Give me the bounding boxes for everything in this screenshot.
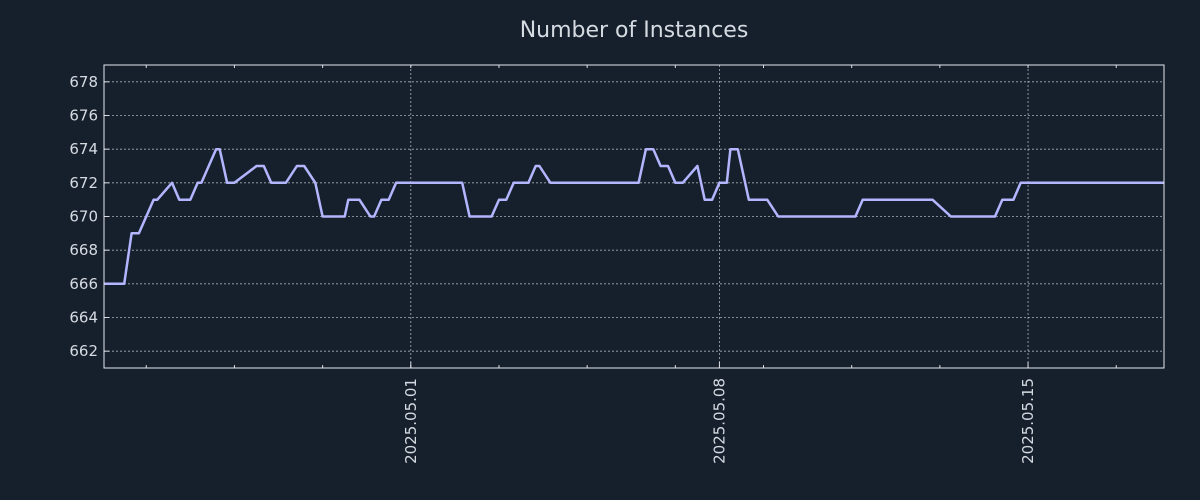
x-tick-label: 2025.05.08 <box>710 378 728 464</box>
y-tick-label: 676 <box>69 107 98 125</box>
y-tick-label: 674 <box>69 140 98 158</box>
y-tick-label: 662 <box>69 342 98 360</box>
chart-title: Number of Instances <box>520 18 749 43</box>
y-tick-label: 664 <box>69 309 98 327</box>
grid-layer <box>104 65 1164 368</box>
y-tick-label: 672 <box>69 174 98 192</box>
y-tick-label: 666 <box>69 275 98 293</box>
y-tick-label: 668 <box>69 241 98 259</box>
y-tick-label: 678 <box>69 73 98 91</box>
line-chart: Number of Instances 662 664 666 668 670 672 67… <box>69 18 1165 464</box>
y-tick-label: 670 <box>69 208 98 226</box>
x-axis: 2025.05.01 2025.05.08 2025.05.15 <box>145 65 1117 464</box>
x-tick-label: 2025.05.15 <box>1019 378 1037 464</box>
y-axis: 662 664 666 668 670 672 674 676 678 <box>69 73 109 360</box>
x-tick-label: 2025.05.01 <box>402 378 420 464</box>
